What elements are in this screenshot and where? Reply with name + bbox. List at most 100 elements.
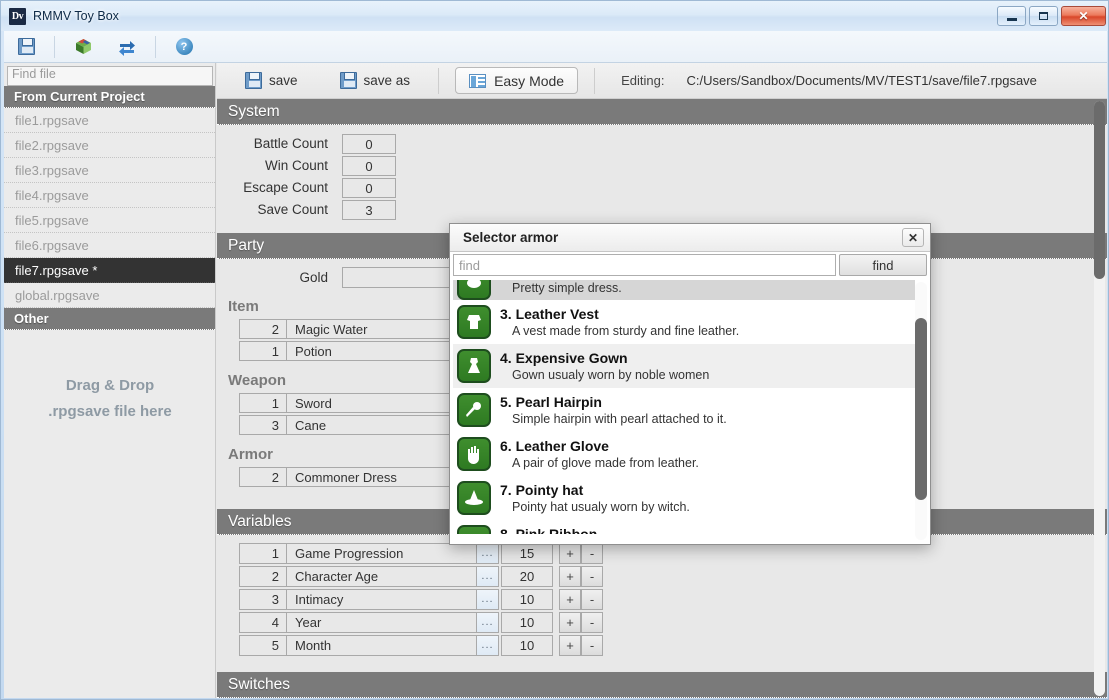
drag-drop-zone[interactable]: Drag & Drop .rpgsave file here — [4, 373, 216, 425]
save-as-icon — [339, 72, 357, 89]
variable-decrement-button[interactable]: - — [581, 566, 603, 587]
dialog-find-button[interactable]: find — [839, 254, 927, 276]
system-row: Escape Count 0 — [217, 177, 1107, 198]
variable-name-field[interactable]: Game Progression — [286, 543, 476, 564]
variable-decrement-button[interactable]: - — [581, 612, 603, 633]
main-toolbar: ? — [4, 31, 1107, 63]
save-as-button[interactable]: save as — [330, 68, 421, 94]
title-bar: Dv RMMV Toy Box ✕ — [1, 1, 1108, 31]
find-file-input[interactable]: Find file — [7, 66, 213, 86]
variable-more-button[interactable]: ... — [476, 566, 499, 587]
variable-name-field[interactable]: Year — [286, 612, 476, 633]
content-scrollbar[interactable] — [1094, 101, 1105, 696]
easy-mode-button[interactable]: Easy Mode — [455, 67, 579, 94]
armor-list-item[interactable]: 6. Leather Glove A pair of glove made fr… — [453, 432, 915, 476]
easy-mode-label: Easy Mode — [494, 72, 565, 89]
file-sidebar: Find file From Current Project file1.rpg… — [4, 63, 216, 698]
dialog-scrollbar[interactable] — [915, 282, 927, 540]
sidebar-file-item[interactable]: file5.rpgsave — [4, 208, 215, 233]
variable-name-field[interactable]: Intimacy — [286, 589, 476, 610]
toolbar-help-button[interactable]: ? — [162, 32, 206, 62]
row-value-input[interactable]: 0 — [342, 177, 396, 198]
toolbar-save-button[interactable] — [4, 32, 48, 62]
item-qty-input[interactable]: 2 — [239, 319, 286, 339]
variable-value-input[interactable]: 10 — [501, 589, 553, 610]
variable-name-field[interactable]: Month — [286, 635, 476, 656]
weapon-qty-input[interactable]: 3 — [239, 415, 286, 435]
variable-value-input[interactable]: 10 — [501, 635, 553, 656]
save-button[interactable]: save — [235, 68, 308, 94]
armor-vest-icon — [457, 305, 491, 339]
close-button[interactable]: ✕ — [1061, 6, 1106, 26]
armor-item-number: 4. — [500, 350, 512, 366]
maximize-button[interactable] — [1029, 6, 1058, 26]
sidebar-group-header: From Current Project — [4, 86, 215, 108]
armor-item-text: 5. Pearl Hairpin Simple hairpin with pea… — [500, 393, 727, 427]
drag-drop-line-2: .rpgsave file here — [48, 403, 172, 420]
variable-increment-button[interactable]: + — [559, 612, 581, 633]
variable-increment-button[interactable]: + — [559, 635, 581, 656]
variable-row: 2 Character Age ... 20 + - — [239, 566, 1107, 587]
armor-item-desc: Gown usualy worn by noble women — [512, 368, 710, 382]
drag-drop-line-1: Drag & Drop — [65, 377, 155, 394]
sidebar-file-item[interactable]: file1.rpgsave — [4, 108, 215, 133]
armor-item-desc: Simple hairpin with pearl attached to it… — [512, 412, 727, 426]
variable-increment-button[interactable]: + — [559, 543, 581, 564]
variable-more-button[interactable]: ... — [476, 589, 499, 610]
variable-row: 1 Game Progression ... 15 + - — [239, 543, 1107, 564]
sidebar-file-item-selected[interactable]: file7.rpgsave * — [4, 258, 215, 283]
row-value-input[interactable]: 0 — [342, 155, 396, 176]
armor-qty-input[interactable]: 2 — [239, 467, 286, 487]
armor-item-number: 7. — [500, 482, 512, 498]
armor-item-label: Expensive Gown — [515, 350, 628, 366]
variable-value-input[interactable]: 10 — [501, 612, 553, 633]
variable-increment-button[interactable]: + — [559, 566, 581, 587]
dialog-scrollbar-thumb[interactable] — [915, 318, 927, 500]
weapon-qty-input[interactable]: 1 — [239, 393, 286, 413]
sidebar-file-item[interactable]: file2.rpgsave — [4, 133, 215, 158]
armor-list-item[interactable]: Pretty simple dress. — [453, 280, 915, 300]
dialog-close-button[interactable]: ✕ — [902, 228, 924, 247]
maximize-icon — [1039, 12, 1048, 20]
variable-name-field[interactable]: Character Age — [286, 566, 476, 587]
window-title: RMMV Toy Box — [33, 9, 119, 23]
variable-more-button[interactable]: ... — [476, 543, 499, 564]
row-value-input[interactable]: 3 — [342, 199, 396, 220]
toolbar-project-button[interactable] — [61, 32, 105, 62]
save-icon — [17, 38, 35, 55]
toolbar-refresh-button[interactable] — [105, 32, 149, 62]
app-icon: Dv — [9, 7, 26, 25]
sidebar-file-item[interactable]: file3.rpgsave — [4, 158, 215, 183]
content-scrollbar-thumb[interactable] — [1094, 101, 1105, 279]
row-value-input[interactable]: 0 — [342, 133, 396, 154]
minimize-button[interactable] — [997, 6, 1026, 26]
armor-list-item[interactable]: 3. Leather Vest A vest made from sturdy … — [453, 300, 915, 344]
variable-id: 4 — [239, 612, 286, 633]
sidebar-file-item[interactable]: file6.rpgsave — [4, 233, 215, 258]
variable-id: 2 — [239, 566, 286, 587]
variable-more-button[interactable]: ... — [476, 612, 499, 633]
armor-list-item[interactable]: 7. Pointy hat Pointy hat usualy worn by … — [453, 476, 915, 520]
dialog-find-input[interactable]: find — [453, 254, 836, 276]
armor-hairpin-icon — [457, 393, 491, 427]
sidebar-file-item[interactable]: global.rpgsave — [4, 283, 215, 308]
variable-value-input[interactable]: 15 — [501, 543, 553, 564]
section-body-system: Battle Count 0 Win Count 0 Escape Count … — [217, 125, 1107, 233]
armor-list-item-highlighted[interactable]: 4. Expensive Gown Gown usualy worn by no… — [453, 344, 915, 388]
toolbar-divider-2 — [155, 35, 156, 58]
variable-decrement-button[interactable]: - — [581, 589, 603, 610]
variable-value-input[interactable]: 20 — [501, 566, 553, 587]
variable-more-button[interactable]: ... — [476, 635, 499, 656]
sidebar-file-item[interactable]: file4.rpgsave — [4, 183, 215, 208]
armor-list[interactable]: Pretty simple dress. 3. Leather Vest A v… — [453, 280, 915, 542]
armor-list-item[interactable]: 8. Pink Ribbon — [453, 520, 915, 534]
close-icon: ✕ — [1078, 9, 1089, 23]
variable-decrement-button[interactable]: - — [581, 635, 603, 656]
armor-glove-icon — [457, 437, 491, 471]
variable-increment-button[interactable]: + — [559, 589, 581, 610]
variable-decrement-button[interactable]: - — [581, 543, 603, 564]
item-qty-input[interactable]: 1 — [239, 341, 286, 361]
system-row: Battle Count 0 — [217, 133, 1107, 154]
armor-item-name: 3. Leather Vest — [500, 306, 739, 322]
armor-list-item[interactable]: 5. Pearl Hairpin Simple hairpin with pea… — [453, 388, 915, 432]
